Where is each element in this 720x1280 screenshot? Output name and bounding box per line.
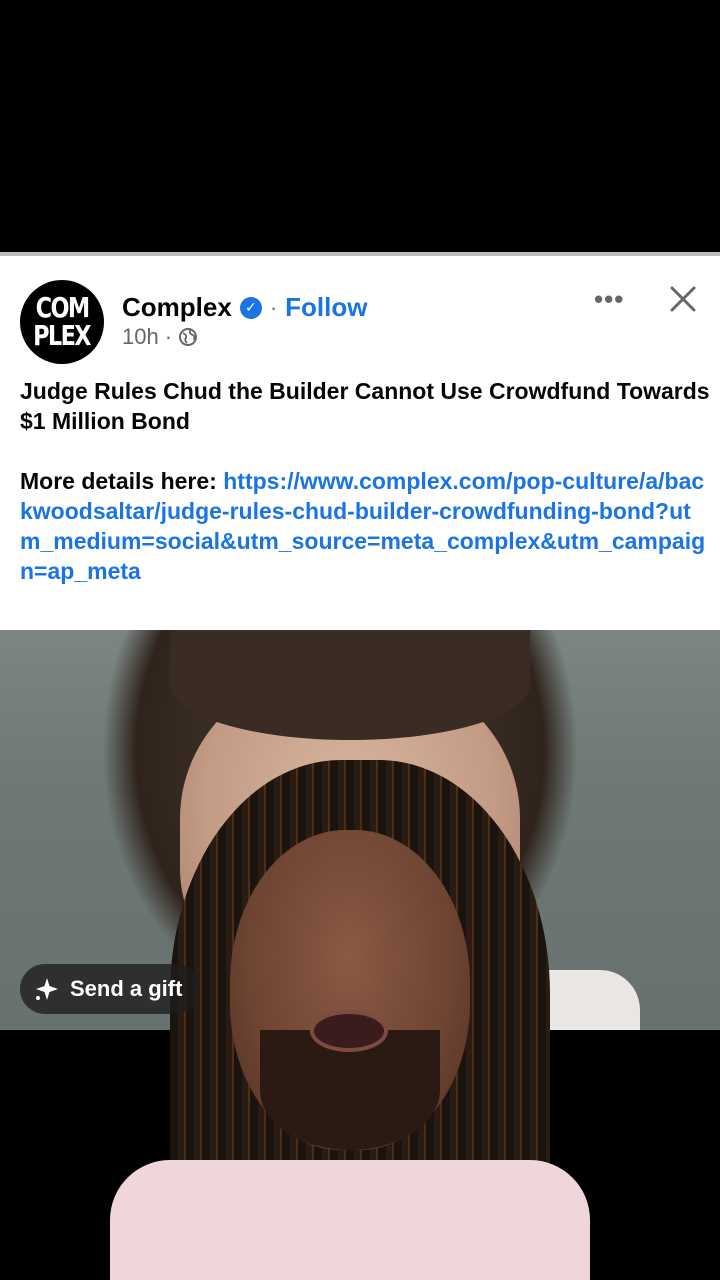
avatar-text-line-1: COM (35, 291, 91, 324)
creator-video-overlay (110, 760, 610, 1280)
send-gift-label: Send a gift (70, 976, 183, 1001)
post-meta: 10h · (122, 324, 198, 350)
page-name[interactable]: Complex (122, 292, 232, 323)
post-time: 10h (122, 324, 159, 349)
close-icon[interactable] (666, 282, 700, 316)
gift-sparkle-icon (36, 978, 58, 1000)
follow-button[interactable]: Follow (285, 292, 367, 323)
meta-separator: · (164, 324, 173, 349)
globe-icon (179, 328, 198, 346)
post-headline: Judge Rules Chud the Builder Cannot Use … (20, 378, 710, 434)
post-details: More details here: https://www.complex.c… (20, 466, 710, 586)
verified-badge-icon: ✓ (239, 296, 262, 319)
page-avatar[interactable]: COM PLEX (20, 280, 104, 364)
video-top-black-area (0, 0, 720, 248)
facebook-post-card: COM PLEX Complex ✓ · Follow 10h · ••• Ju… (0, 252, 720, 630)
send-gift-button[interactable]: Send a gift (20, 964, 201, 1014)
details-prefix: More details here: (20, 468, 224, 494)
avatar-text-line-2: PLEX (33, 319, 92, 352)
post-body: Judge Rules Chud the Builder Cannot Use … (20, 376, 710, 586)
more-options-button[interactable]: ••• (594, 284, 624, 315)
separator-dot: · (269, 294, 278, 320)
post-header: Complex ✓ · Follow (122, 292, 367, 323)
